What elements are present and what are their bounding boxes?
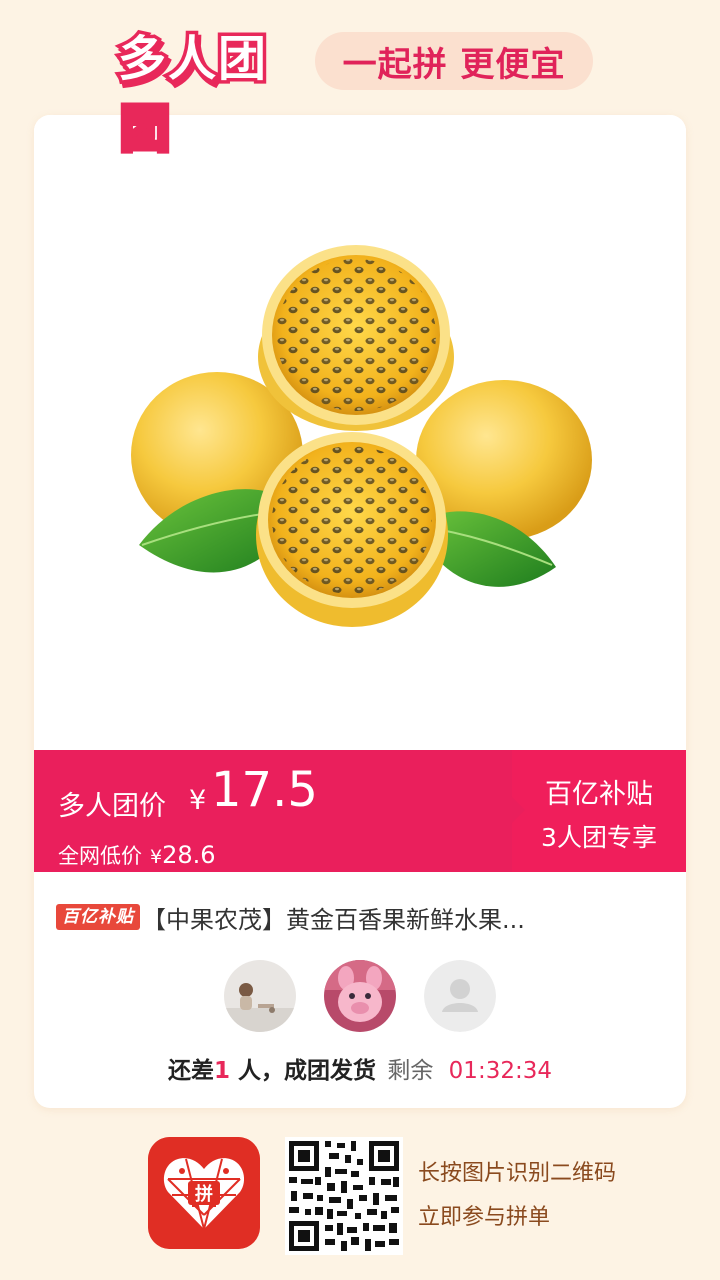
footer-instructions: 长按图片识别二维码 立即参与拼单: [418, 1152, 616, 1240]
group-members: [224, 960, 499, 1032]
price-bar: 多人团价 ¥ 17.5 全网低价 ¥28.6 百亿补贴 3人团专享: [34, 750, 686, 872]
subsidy-subtitle: 3人团专享: [541, 823, 657, 852]
footer-line-2: 立即参与拼单: [418, 1205, 551, 1230]
slogan-pill: 一起拼 更便宜: [315, 32, 593, 90]
qr-code: [285, 1137, 403, 1255]
subsidy-badge: 百亿补贴: [56, 904, 140, 930]
original-price-label: 全网低价: [58, 844, 142, 868]
member-avatar-2[interactable]: [324, 960, 396, 1032]
pinduoduo-app-icon: 拼: [148, 1137, 260, 1249]
group-status: 还差1 人，成团发货 剩余 01:32:34: [34, 1051, 686, 1085]
status-suffix: 人，成团发货: [230, 1058, 377, 1084]
subsidy-title: 百亿补贴: [545, 779, 653, 810]
original-price: 全网低价 ¥28.6: [58, 840, 216, 870]
group-price-value: 17.5: [211, 762, 318, 818]
svg-text:拼: 拼: [195, 1183, 213, 1205]
subsidy-panel: 百亿补贴 3人团专享: [511, 750, 686, 872]
status-prefix: 还差: [168, 1058, 215, 1084]
status-remaining-count: 1: [214, 1058, 231, 1084]
group-price-label: 多人团价: [58, 791, 166, 822]
member-avatar-1[interactable]: [224, 960, 296, 1032]
countdown-timer: 01:32:34: [448, 1058, 552, 1084]
product-title-row[interactable]: 百亿补贴 【中果农茂】黄金百香果新鲜水果...: [56, 899, 666, 935]
group-buy-card[interactable]: 多人团价 ¥ 17.5 全网低价 ¥28.6 百亿补贴 3人团专享 百亿补贴 【中…: [34, 115, 686, 1108]
product-image[interactable]: [34, 115, 686, 750]
brand-logo-text: 多人团: [114, 28, 269, 91]
product-title[interactable]: 【中果农茂】黄金百香果新鲜水果...: [142, 900, 525, 935]
original-price-value: 28.6: [162, 841, 216, 869]
brand-logo: 多人团 多人团: [114, 26, 269, 161]
default-avatar-icon: [424, 960, 496, 1032]
price-currency: ¥: [189, 785, 207, 816]
header: 多人团 多人团 一起拼 更便宜: [0, 0, 720, 161]
original-price-currency: ¥: [150, 846, 163, 868]
footer-line-1: 长按图片识别二维码: [418, 1161, 617, 1186]
remaining-label: 剩余: [387, 1058, 434, 1084]
